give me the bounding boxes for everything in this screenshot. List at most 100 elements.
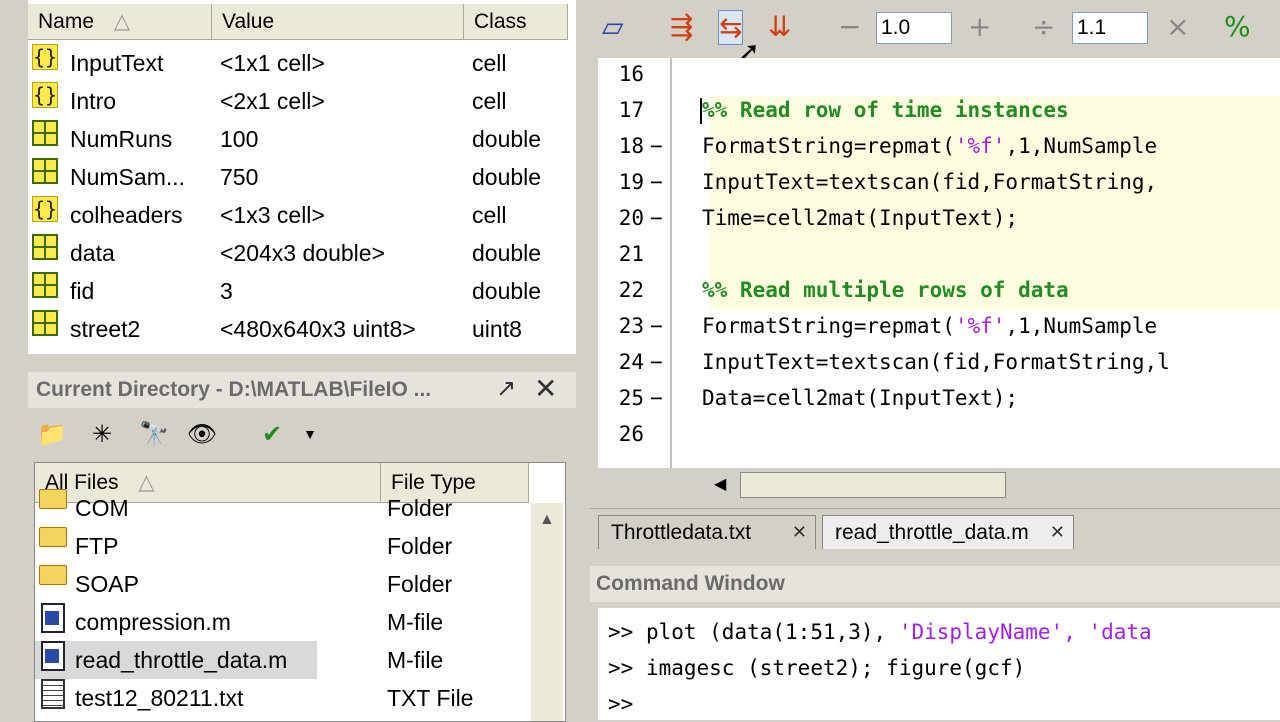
new-folder-icon[interactable]: ✳ <box>84 416 120 452</box>
matrix-icon <box>32 272 58 298</box>
matrix-icon <box>32 310 58 336</box>
prompt: >> <box>608 656 634 680</box>
decrement-button[interactable]: − <box>838 10 861 43</box>
code-line: Time=cell2mat(InputText); <box>702 206 1018 230</box>
table-row[interactable]: NumRuns 100 double <box>28 120 576 158</box>
column-header-value[interactable]: Value <box>212 4 464 40</box>
close-tab-icon[interactable]: ✕ <box>792 516 807 550</box>
file-type: Folder <box>387 495 453 521</box>
variable-class: cell <box>472 50 507 76</box>
list-item[interactable]: COM Folder <box>35 489 535 527</box>
file-name: COM <box>75 495 129 521</box>
close-tab-icon[interactable]: ✕ <box>1050 516 1065 550</box>
up-folder-icon[interactable]: 📁 <box>34 416 70 452</box>
cell-icon: {} <box>32 196 58 222</box>
table-row[interactable]: {} Intro <2x1 cell> cell <box>28 82 576 120</box>
m-file-icon <box>41 603 65 633</box>
table-row[interactable]: {} colheaders <1x3 cell> cell <box>28 196 576 234</box>
code-text-rest: ,1,NumSample <box>1005 134 1158 158</box>
command-window-body[interactable]: >> plot (data(1:51,3), 'DisplayName', 'd… <box>598 608 1280 720</box>
scroll-left-icon[interactable]: ◀ <box>714 474 726 494</box>
variable-name: NumSam... <box>70 164 186 190</box>
line-number: 26 <box>618 422 644 446</box>
divide-value-field[interactable]: 1.1 <box>1072 12 1148 44</box>
editor-tabs: Throttledata.txt ✕ read_throttle_data.m … <box>590 508 1280 553</box>
file-name: test12_80211.txt <box>75 685 244 711</box>
undock-icon[interactable]: ↗ <box>496 374 516 402</box>
breakpoint-dash[interactable]: − <box>650 386 663 410</box>
code-line: Data=cell2mat(InputText); <box>702 386 1018 410</box>
list-item[interactable]: compression.m M-file <box>35 603 535 641</box>
find-files-icon[interactable]: 🔭 <box>136 416 172 452</box>
visual-directory-icon[interactable]: 👁 <box>184 416 220 452</box>
reports-dropdown-icon[interactable]: ▼ <box>292 416 328 452</box>
variable-name: NumRuns <box>70 126 173 152</box>
variable-value: <1x1 cell> <box>220 50 325 76</box>
cell-mode-icon[interactable]: ▱ <box>602 10 624 43</box>
breakpoint-dash[interactable]: − <box>650 206 663 230</box>
command-window-title: Command Window <box>590 566 1280 602</box>
variable-name: data <box>70 240 115 266</box>
file-type: Folder <box>387 571 453 597</box>
editor-horizontal-scrollbar[interactable]: ◀ <box>598 470 1280 500</box>
variable-name: street2 <box>70 316 141 342</box>
variable-name: colheaders <box>70 202 183 228</box>
column-header-value-label: Value <box>222 10 275 33</box>
variable-class: cell <box>472 88 507 114</box>
multiply-button[interactable]: × <box>1166 10 1189 43</box>
code-area[interactable]: %% Read row of time instances FormatStrin… <box>680 58 1280 468</box>
file-name: read_throttle_data.m <box>75 647 288 673</box>
eval-entire-file-icon[interactable]: ⇊ <box>768 10 791 43</box>
tab-read-throttle-data[interactable]: read_throttle_data.m ✕ <box>822 515 1074 549</box>
breakpoint-dash[interactable]: − <box>650 350 663 374</box>
variable-class: double <box>472 240 542 266</box>
increment-value-field[interactable]: 1.0 <box>876 12 952 44</box>
line-number: 22 <box>618 278 644 302</box>
breakpoint-dash[interactable]: − <box>650 170 663 194</box>
divide-button[interactable]: ÷ <box>1032 10 1055 43</box>
increment-button[interactable]: + <box>968 10 991 43</box>
column-header-class[interactable]: Class <box>464 4 568 40</box>
sort-arrow-icon: △ <box>113 10 131 33</box>
eval-cell-icon[interactable]: ⇶ <box>670 10 693 43</box>
file-list-scrollbar[interactable]: ▲ <box>531 503 563 721</box>
list-item[interactable]: test12_80211.txt TXT File <box>35 679 535 717</box>
line-gutter: 16 17 18−19−20−21 22 23−24−25−26 <box>598 58 670 468</box>
reports-icon[interactable]: ✔ <box>254 416 290 452</box>
command-line: >> <box>608 692 646 716</box>
list-item[interactable]: read_throttle_data.m M-file <box>35 641 535 679</box>
matrix-icon <box>32 158 58 184</box>
code-editor[interactable]: 16 17 18−19−20−21 22 23−24−25−26 %% Read row… <box>598 58 1280 468</box>
line-number: 20 <box>618 206 644 230</box>
table-row[interactable]: data <204x3 double> double <box>28 234 576 272</box>
code-string: '%f' <box>954 314 1006 338</box>
file-type: Folder <box>387 533 453 559</box>
table-row[interactable]: NumSam... 750 double <box>28 158 576 196</box>
file-name: FTP <box>75 533 119 559</box>
workspace-scrollbar[interactable] <box>576 0 584 362</box>
scroll-thumb[interactable] <box>740 472 1006 498</box>
command-text: imagesc (street2); figure(gcf) <box>645 656 1026 680</box>
workspace-table: Name △ Value Class {} InputText <1x1 cell>… <box>28 0 577 354</box>
list-item[interactable]: SOAP Folder <box>35 565 535 603</box>
percent-cell-icon[interactable]: % <box>1224 10 1251 43</box>
code-text: Time=cell2mat(InputText); <box>702 206 1019 230</box>
tab-throttledata[interactable]: Throttledata.txt ✕ <box>598 515 816 549</box>
scroll-up-icon[interactable]: ▲ <box>539 511 555 529</box>
tab-label: read_throttle_data.m <box>835 521 1029 544</box>
table-row[interactable]: street2 <480x640x3 uint8> uint8 <box>28 310 576 348</box>
breakpoint-dash[interactable]: − <box>650 314 663 338</box>
variable-value: <1x3 cell> <box>220 202 325 228</box>
file-type: M-file <box>387 647 444 673</box>
file-name: compression.m <box>75 609 231 635</box>
column-header-name[interactable]: Name △ <box>28 4 212 40</box>
m-file-icon <box>41 641 65 671</box>
list-item[interactable]: FTP Folder <box>35 527 535 565</box>
table-row[interactable]: fid 3 double <box>28 272 576 310</box>
variable-class: uint8 <box>472 316 522 342</box>
breakpoint-dash[interactable]: − <box>650 134 663 158</box>
variable-name: fid <box>70 278 95 304</box>
table-row[interactable]: {} InputText <1x1 cell> cell <box>28 44 576 82</box>
close-panel-icon[interactable]: ✕ <box>534 372 557 405</box>
prompt: >> <box>608 692 634 716</box>
